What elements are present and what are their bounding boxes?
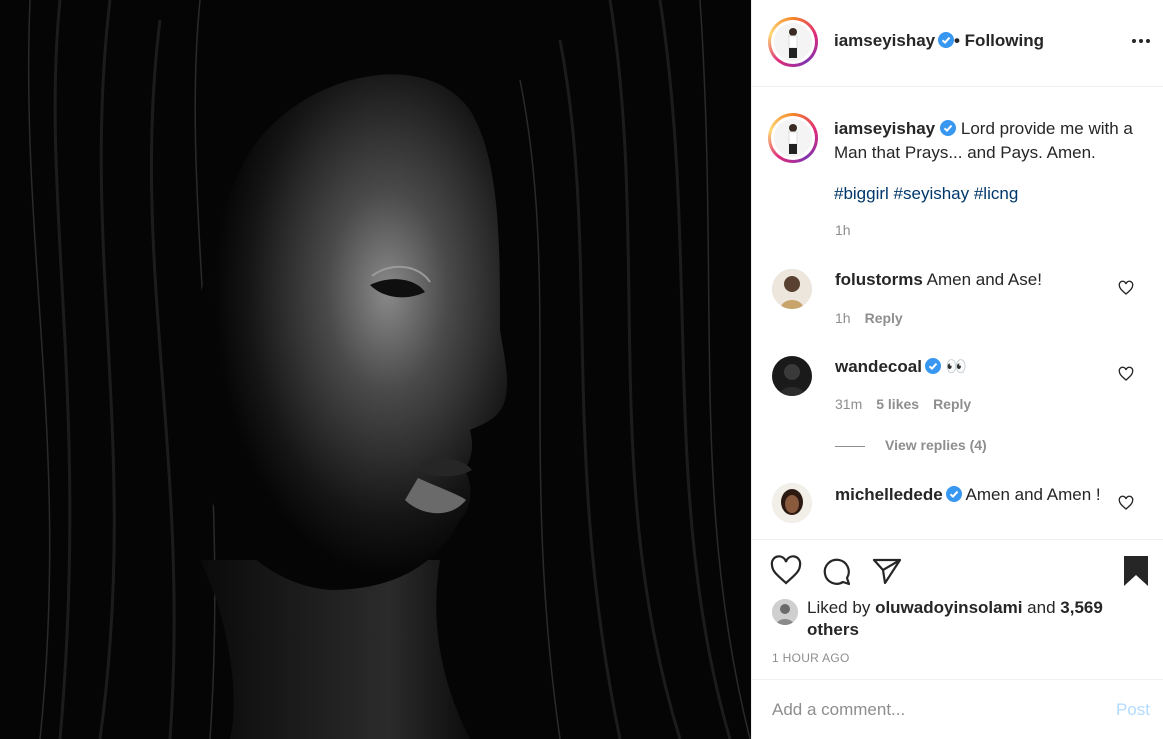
comment-text: folustorms Amen and Ase! <box>835 269 1042 291</box>
more-horizontal-icon[interactable] <box>1130 33 1152 49</box>
avatar-person-icon <box>772 356 812 396</box>
post-header: iamseyishay • Following <box>752 0 1163 87</box>
liked-by-suffix: and <box>1027 598 1056 617</box>
post-side-panel: iamseyishay • Following iamseyishay Lord… <box>751 0 1163 739</box>
avatar-person-icon <box>772 269 812 309</box>
header-avatar[interactable] <box>768 17 818 67</box>
comment-username[interactable]: michelledede <box>835 485 943 504</box>
avatar-person-icon <box>772 599 798 625</box>
comment-like-heart-icon[interactable] <box>1118 366 1134 382</box>
comment-time[interactable]: 31m <box>835 396 862 412</box>
comment-avatar-folustorms[interactable] <box>772 269 812 309</box>
comments-list[interactable]: iamseyishay Lord provide me with a Man t… <box>752 88 1163 539</box>
caption-avatar[interactable] <box>768 113 818 163</box>
comment-meta: 1h Reply <box>835 310 903 326</box>
comment-avatar-michelledede[interactable] <box>772 483 812 523</box>
comment-text: michelledede Amen and Amen ! <box>835 484 1115 506</box>
view-replies-label: View replies (4) <box>885 437 987 453</box>
liked-by-user[interactable]: oluwadoyinsolami <box>875 598 1022 617</box>
comment-avatar-wandecoal[interactable] <box>772 356 812 396</box>
avatar-person-icon <box>772 483 812 523</box>
liker-avatar[interactable] <box>772 599 798 625</box>
caption-hashtags[interactable]: #biggirl #seyishay #licng <box>834 184 1018 204</box>
share-paper-plane-icon[interactable] <box>871 555 903 587</box>
following-status[interactable]: • Following <box>954 31 1044 51</box>
comment-username[interactable]: folustorms <box>835 270 923 289</box>
view-replies-button[interactable]: View replies (4) <box>835 437 987 453</box>
comment-body: Amen and Amen ! <box>965 485 1101 504</box>
comment-username[interactable]: wandecoal <box>835 357 922 376</box>
comment-reply-button[interactable]: Reply <box>865 310 903 326</box>
caption-text: iamseyishay Lord provide me with a Man t… <box>834 117 1144 165</box>
avatar-figure-icon <box>774 23 812 61</box>
verified-badge-icon <box>940 120 957 136</box>
comment-text: wandecoal 👀 <box>835 356 967 378</box>
comment-body: Amen and Ase! <box>926 270 1042 289</box>
post-actions: Liked by oluwadoyinsolami and 3,569 othe… <box>752 539 1163 679</box>
verified-badge-icon <box>938 32 955 48</box>
liked-by-prefix: Liked by <box>807 598 871 617</box>
comment-body: 👀 <box>945 357 967 376</box>
comment-meta: 31m 5 likes Reply <box>835 396 971 412</box>
header-username-group: iamseyishay <box>834 31 955 51</box>
caption-username[interactable]: iamseyishay <box>834 119 935 138</box>
liked-by-text: Liked by oluwadoyinsolami and 3,569 othe… <box>807 597 1107 641</box>
comment-likes-count[interactable]: 5 likes <box>876 396 919 412</box>
header-username[interactable]: iamseyishay <box>834 31 935 50</box>
post-photo-portrait <box>0 0 751 739</box>
comment-bubble-icon[interactable] <box>820 555 852 587</box>
comment-time[interactable]: 1h <box>835 310 851 326</box>
comment-input[interactable] <box>772 698 1072 722</box>
add-comment-bar: Post <box>752 679 1163 739</box>
comment-like-heart-icon[interactable] <box>1118 280 1134 296</box>
caption-time[interactable]: 1h <box>835 222 851 238</box>
bookmark-saved-icon[interactable] <box>1120 555 1152 587</box>
comment-reply-button[interactable]: Reply <box>933 396 971 412</box>
comment-like-heart-icon[interactable] <box>1118 495 1134 511</box>
post-comment-button[interactable]: Post <box>1116 700 1150 720</box>
divider-line <box>835 445 865 447</box>
like-heart-icon[interactable] <box>770 555 802 587</box>
post-timestamp[interactable]: 1 HOUR AGO <box>772 651 850 665</box>
verified-badge-icon <box>924 358 941 374</box>
avatar-figure-icon <box>774 119 812 157</box>
post-photo[interactable] <box>0 0 751 739</box>
verified-badge-icon <box>945 486 962 502</box>
